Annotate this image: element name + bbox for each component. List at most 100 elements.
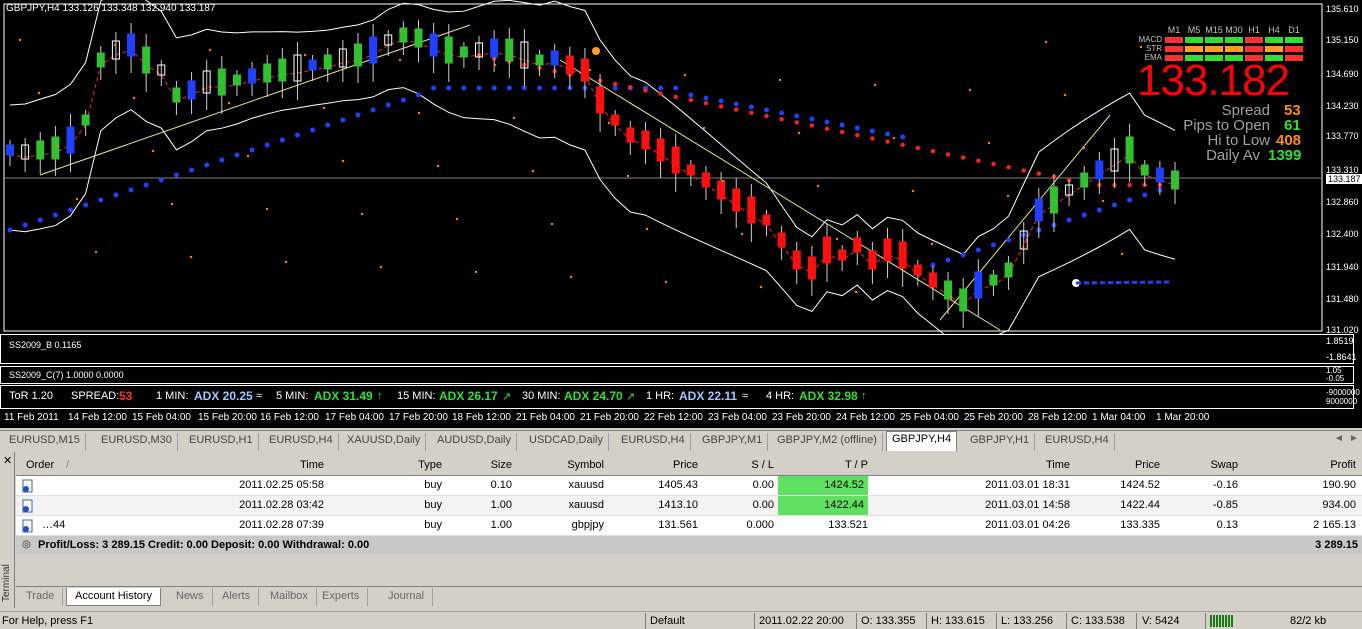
candle-body [444,36,453,64]
timeframe-label: D1 [1288,25,1300,35]
chart-tab[interactable]: AUDUSD,Daily [432,433,517,451]
terminal-label: Terminal [1,564,12,602]
profit-summary-row[interactable]: ◎ Profit/Loss: 3 289.15 Credit: 0.00 Dep… [16,536,1362,554]
ma-dot [416,92,422,98]
column-header[interactable]: Price [673,459,698,471]
sar-dot [284,260,288,264]
terminal-tab[interactable]: Mailbox [262,588,317,606]
ma-dot [1127,182,1132,188]
sar-dot [588,68,592,72]
chart-tab[interactable]: GBPJPY,H1 [965,433,1036,451]
candle-body [278,58,287,82]
column-header[interactable]: Swap [1210,459,1238,471]
indicator-label: SS2009_B 0.1165 [9,340,82,350]
chart-tab[interactable]: XAUUSD,Daily [342,433,427,451]
column-header[interactable]: Price [1135,459,1160,471]
ma-dot [975,247,981,253]
bar-low: L: 133.256 [1001,615,1053,627]
sar-dot [170,202,174,206]
time-tick: 15 Feb 04:00 [132,412,191,423]
chart-tab[interactable]: EURUSD,H4 [264,433,339,451]
candle-body [414,28,423,48]
time-tick: 11 Feb 2011 [4,412,59,423]
adx-m15-value: ADX 26.17 [439,389,498,403]
column-header[interactable]: Time [300,459,324,471]
ma-dot [537,85,543,91]
time-tick: 22 Feb 12:00 [644,412,703,423]
column-header[interactable]: Profit [1330,459,1356,471]
candle-body [66,126,75,154]
candle-body [732,188,741,212]
candle-body [565,55,574,75]
candle-body [1080,172,1089,188]
table-row[interactable]: 2011.02.28 03:42 buy 1.00 xauusd 1413.10 0.00… [16,496,1362,516]
adx-h1-label: 1 HR: [646,390,675,402]
chart-tab[interactable]: EURUSD,H1 [184,433,259,451]
sar-dot [151,149,155,153]
chart-tab[interactable]: EURUSD,M15 [4,433,86,451]
signal-cell [1185,45,1203,52]
tab-scroll-right-icon[interactable]: ► [1349,433,1359,444]
time-tick: 25 Feb 20:00 [964,412,1023,423]
sar-dot [569,275,573,279]
table-cell: 2011.02.28 03:42 [239,499,324,511]
table-cell: -0.16 [1212,479,1238,491]
terminal-tab[interactable]: Alerts [214,588,260,606]
table-cell: 1422.44 [778,496,868,515]
terminal-tab[interactable]: Account History [66,588,162,606]
ma-dot [991,161,996,167]
close-icon[interactable]: ✕ [3,454,12,467]
candle-body [429,33,438,57]
chart-tab[interactable]: GBPJPY,M1 [697,433,769,451]
chart-tab[interactable]: EURUSD,H4 [616,433,691,451]
signal-cell [1165,36,1183,43]
timeframe-headers: M1 M5 M15 M30 H1 H4 D1 [1134,25,1304,35]
bar-volume: V: 5424 [1142,615,1180,627]
column-header[interactable]: Symbol [567,459,604,471]
terminal-tab[interactable]: Journal [380,588,434,606]
chart-tab[interactable]: EURUSD,H4 [1040,433,1115,451]
ma-dot [748,104,754,110]
signal-cell [1245,36,1263,43]
column-header[interactable]: S / L [751,459,774,471]
arrow-up-icon: ↑ [377,390,383,402]
ma-dot [900,134,906,140]
table-cell: 131.561 [658,519,698,531]
column-header[interactable]: Type [418,459,442,471]
sar-dot [75,197,79,201]
candle-body [717,180,726,200]
terminal-tab[interactable]: News [168,588,213,606]
candle-body [399,27,408,43]
ma-dot [506,85,512,91]
ma-dot [900,142,905,147]
column-header[interactable]: T / P [845,459,868,471]
time-tick: 17 Feb 20:00 [389,412,448,423]
table-cell: 2011.03.01 18:31 [985,479,1070,491]
sar-dot [455,217,459,221]
sar-dot [873,83,877,87]
ss2009-b-indicator[interactable]: SS2009_B 0.1165 [0,334,1354,364]
bollinger-upper [9,0,1176,256]
price-chart[interactable]: GBPJPY,H4 133.126 133.348 132.940 133.18… [0,0,1362,428]
tab-scroll-left-icon[interactable]: ◄ [1334,433,1344,444]
ss2009-c-indicator[interactable]: SS2009_C(7) 1.0000 0.0000 [0,366,1354,384]
summary-icon: ◎ [22,539,31,550]
column-header[interactable]: Size [491,459,512,471]
table-row[interactable]: 2011.02.25 05:58 buy 0.10 xauusd 1405.43 0.00… [16,476,1362,496]
chart-tab[interactable]: GBPJPY,H4 [886,431,958,451]
table-cell: 0.000 [746,519,774,531]
terminal-tab[interactable]: Trade [18,588,64,606]
chart-tab[interactable]: GBPJPY,M2 (offline) [772,433,883,451]
chart-tab[interactable]: EURUSD,M30 [96,433,178,451]
sar-dot [721,179,725,183]
table-cell: 190.90 [1322,479,1356,491]
column-header[interactable]: Order [26,459,54,471]
ind2-scale-bottom: -0.05 [1326,374,1345,383]
ma-dot [960,252,966,258]
ma-dot [7,227,13,233]
column-header[interactable]: Time [1046,459,1070,471]
price-tick: 135.610 [1326,4,1359,14]
chart-tab[interactable]: USDCAD,Daily [524,433,609,451]
table-row[interactable]: …44 2011.02.28 07:39 buy 1.00 gbpjpy 131.561 0… [16,516,1362,536]
terminal-tab[interactable]: Experts [314,588,369,606]
